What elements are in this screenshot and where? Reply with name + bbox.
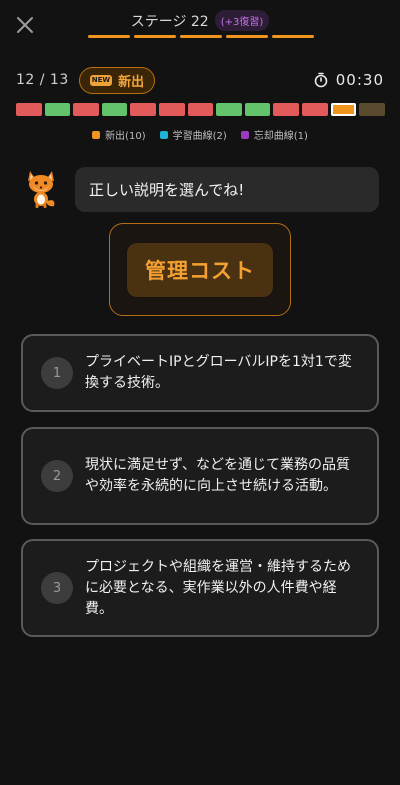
- legend: 新出(10) 学習曲線(2) 忘却曲線(1): [0, 127, 400, 142]
- progress-row: 12 / 13 NEW 新出 00:30: [16, 66, 384, 94]
- option-number: 3: [41, 572, 73, 604]
- progress-block-green: [44, 103, 71, 116]
- stage-segment: [180, 35, 222, 38]
- stage-title: ステージ 22: [130, 13, 209, 30]
- fox-mascot-icon: [28, 171, 55, 208]
- progress-block-red: [73, 103, 99, 116]
- question-progress-blocks: [16, 103, 385, 116]
- progress-block-green: [244, 103, 271, 116]
- legend-item: 忘却曲線(1): [240, 127, 308, 142]
- timer-value: 00:30: [335, 71, 384, 89]
- new-icon: NEW: [89, 74, 113, 86]
- stage-header: ステージ 22 (+3復習): [0, 10, 400, 31]
- option-text: 現状に満足せず、などを通じて業務の品質や効率を永続的に向上させ続ける活動。: [85, 457, 351, 494]
- answer-option-3[interactable]: 3 プロジェクトや組織を運営・維持するために必要となる、実作業以外の人件費や経費…: [21, 539, 379, 637]
- legend-label: 忘却曲線(1): [253, 131, 308, 142]
- legend-label: 新出(10): [105, 131, 146, 142]
- stage-progress-segments: [88, 35, 314, 38]
- stage-segment: [134, 35, 176, 38]
- stage-segment: [226, 35, 268, 38]
- legend-swatch: [159, 130, 168, 139]
- stage-segment: [88, 35, 130, 38]
- option-text: プライベートIPとグローバルIPを1対1で変換する技術。: [85, 354, 352, 391]
- stage-segment: [272, 35, 314, 38]
- progress-block-red: [158, 103, 185, 116]
- progress-block-red: [273, 103, 299, 116]
- progress-block-current: [330, 103, 357, 116]
- legend-item: 学習曲線(2): [159, 127, 227, 142]
- progress-block-red: [301, 103, 328, 116]
- option-text: プロジェクトや組織を運営・維持するために必要となる、実作業以外の人件費や経費。: [85, 558, 351, 617]
- new-word-label: 新出: [118, 74, 145, 90]
- progress-block-pending: [359, 103, 385, 116]
- legend-item: 新出(10): [92, 127, 146, 142]
- term-card: 管理コスト: [109, 223, 291, 316]
- option-number: 1: [41, 357, 73, 389]
- legend-label: 学習曲線(2): [172, 131, 227, 142]
- stopwatch-icon: [314, 72, 328, 88]
- progress-block-green: [101, 103, 128, 116]
- review-badge: (+3復習): [214, 10, 270, 31]
- legend-swatch: [92, 130, 101, 139]
- answer-option-2[interactable]: 2 現状に満足せず、などを通じて業務の品質や効率を永続的に向上させ続ける活動。: [21, 427, 379, 525]
- answer-option-1[interactable]: 1 プライベートIPとグローバルIPを1対1で変換する技術。: [21, 334, 379, 412]
- progress-block-red: [16, 103, 42, 116]
- progress-block-red: [187, 103, 214, 116]
- prompt-bubble: 正しい説明を選んでね!: [75, 167, 379, 212]
- timer: 00:30: [314, 71, 384, 89]
- option-number: 2: [41, 460, 73, 492]
- prompt-text: 正しい説明を選んでね!: [89, 181, 245, 199]
- progress-block-red: [130, 103, 156, 116]
- term-text: 管理コスト: [127, 242, 273, 297]
- question-counter: 12 / 13: [16, 72, 69, 88]
- legend-swatch: [240, 130, 249, 139]
- new-word-chip: NEW 新出: [78, 66, 156, 94]
- progress-block-green: [216, 103, 242, 116]
